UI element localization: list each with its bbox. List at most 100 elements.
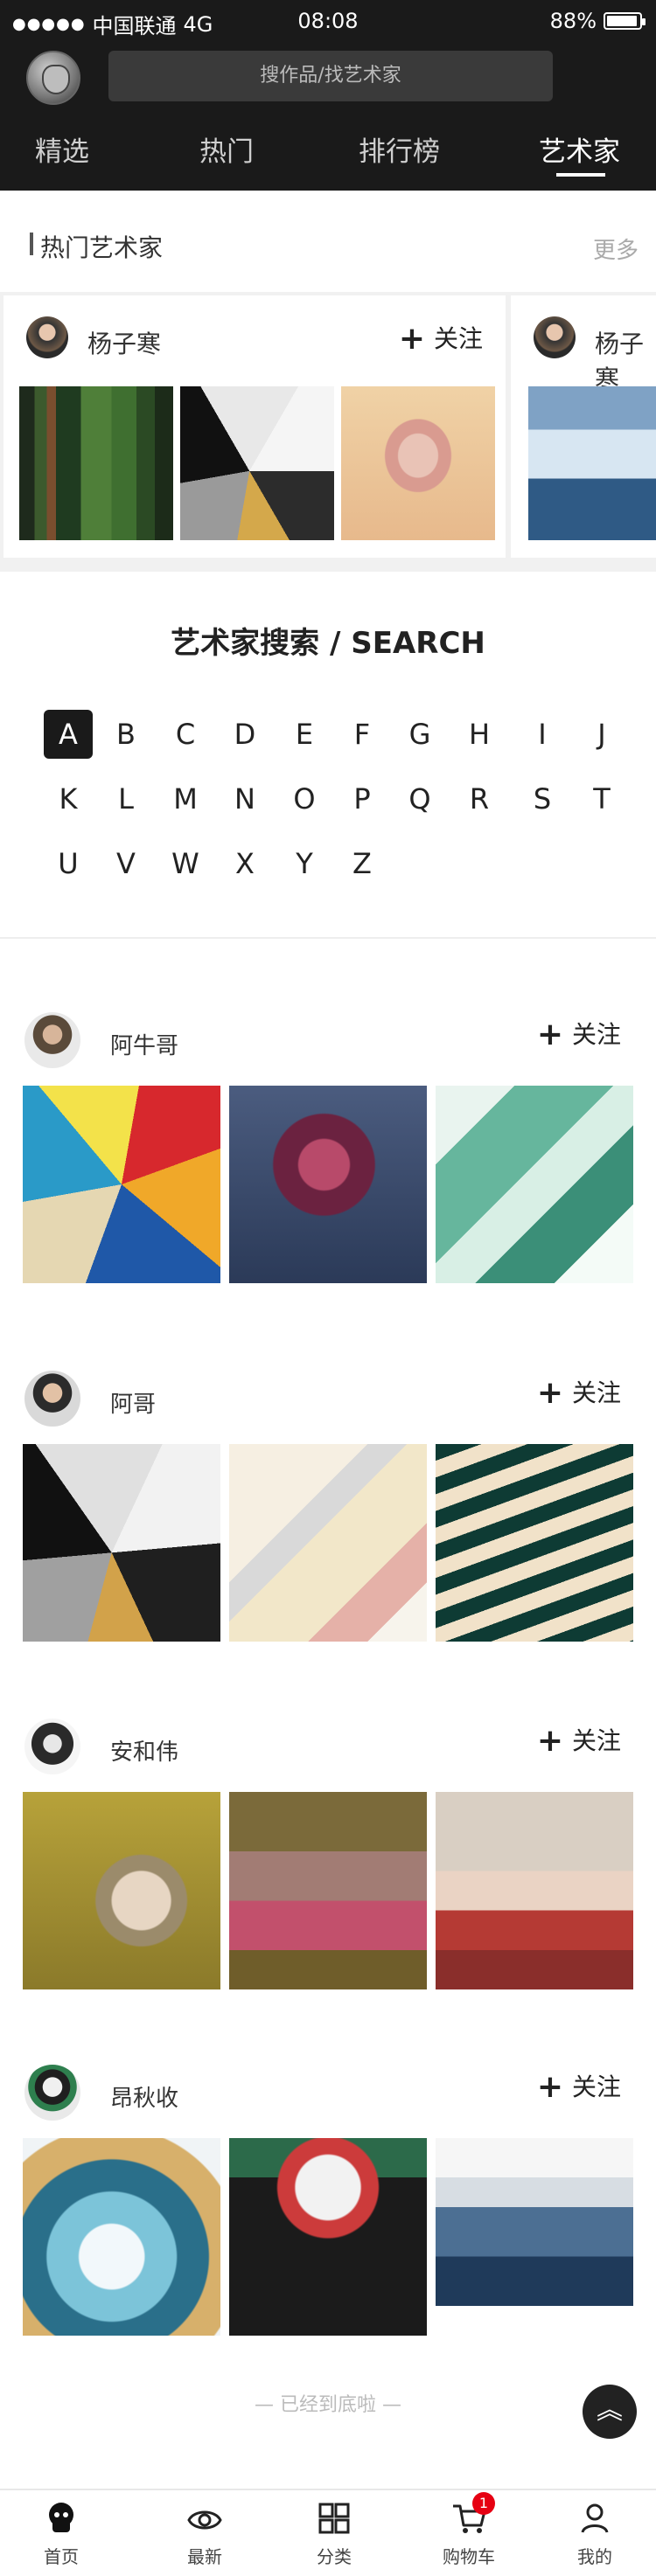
bottom-navigation: 首页 最新 分类 1 购物车 我的 — [0, 2489, 656, 2576]
artwork-thumbnail[interactable] — [341, 386, 495, 540]
top-header: ●●●●● 中国联通 4G 08:08 88% 搜作品/找艺术家 精选 热门 排… — [0, 0, 656, 191]
avatar[interactable] — [26, 316, 68, 358]
artwork-thumbnail[interactable] — [23, 2138, 220, 2336]
letter-J[interactable]: J — [577, 710, 626, 759]
follow-button[interactable]: + 关注 — [399, 320, 483, 357]
artist-item[interactable]: 安和伟 + 关注 — [0, 1718, 656, 2033]
tab-ranking[interactable]: 排行榜 — [359, 129, 440, 169]
nav-mine[interactable]: 我的 — [542, 2499, 647, 2568]
grid-icon — [315, 2499, 353, 2538]
letter-I[interactable]: I — [518, 710, 567, 759]
follow-label: 关注 — [571, 2073, 621, 2101]
user-icon — [576, 2499, 614, 2538]
artist-name[interactable]: 阿哥 — [110, 1386, 156, 1419]
artist-search-title: 艺术家搜索 / SEARCH — [171, 626, 485, 661]
follow-button[interactable]: + 关注 — [537, 1016, 621, 1052]
letter-P[interactable]: P — [338, 774, 387, 823]
artist-item[interactable]: 阿哥 + 关注 — [0, 1371, 656, 1685]
follow-button[interactable]: + 关注 — [537, 1374, 621, 1411]
follow-plus-icon: + — [398, 321, 425, 357]
letter-C[interactable]: C — [161, 710, 210, 759]
artwork-thumbnail[interactable] — [229, 1086, 427, 1283]
avatar[interactable] — [24, 1012, 80, 1068]
artwork-thumbnail[interactable] — [229, 1444, 427, 1642]
hot-artist-card[interactable]: 杨子寒 + 关注 — [3, 295, 506, 558]
letter-N[interactable]: N — [220, 774, 269, 823]
artist-name[interactable]: 昂秋收 — [110, 2080, 178, 2113]
artwork-thumbnail[interactable] — [436, 1086, 633, 1283]
battery-percent: 88% — [549, 9, 597, 33]
artwork-thumbnail[interactable] — [436, 2138, 633, 2336]
follow-label: 关注 — [571, 1726, 621, 1755]
artwork-thumbnail[interactable] — [436, 1792, 633, 1989]
letter-E[interactable]: E — [280, 710, 329, 759]
section-title: 热门艺术家 — [40, 233, 164, 262]
back-to-top-icon[interactable]: ︽ — [583, 2385, 637, 2439]
letter-L[interactable]: L — [101, 774, 150, 823]
tab-artists[interactable]: 艺术家 — [539, 129, 620, 169]
artwork-row — [23, 1792, 633, 1989]
letter-Z[interactable]: Z — [338, 839, 387, 888]
artist-item[interactable]: 阿牛哥 + 关注 — [0, 1012, 656, 1327]
artwork-row — [23, 2138, 633, 2336]
avatar[interactable] — [24, 2065, 80, 2121]
tab-popular[interactable]: 热门 — [199, 129, 254, 169]
letter-D[interactable]: D — [220, 710, 269, 759]
letter-K[interactable]: K — [44, 774, 93, 823]
artwork-thumbnail[interactable] — [23, 1444, 220, 1642]
cart-badge: 1 — [472, 2492, 495, 2515]
follow-plus-icon: + — [536, 1375, 563, 1411]
artwork-thumbnail[interactable] — [436, 1444, 633, 1642]
nav-cart[interactable]: 1 购物车 — [416, 2492, 521, 2568]
follow-plus-icon: + — [536, 1017, 563, 1052]
artwork-thumbnail[interactable] — [23, 1086, 220, 1283]
avatar[interactable] — [24, 1718, 80, 1774]
nav-label: 分类 — [317, 2546, 352, 2567]
avatar[interactable] — [24, 1371, 80, 1427]
nav-category[interactable]: 分类 — [282, 2499, 387, 2568]
letter-S[interactable]: S — [518, 774, 567, 823]
letter-V[interactable]: V — [101, 839, 150, 888]
letter-B[interactable]: B — [101, 710, 150, 759]
more-link[interactable]: 更多 — [593, 233, 639, 265]
end-of-list: — 已经到底啦 — — [255, 2394, 401, 2416]
letter-U[interactable]: U — [44, 839, 93, 888]
artist-name[interactable]: 杨子寒 — [87, 325, 161, 360]
artwork-thumbnail[interactable] — [229, 2138, 427, 2336]
tab-featured[interactable]: 精选 — [35, 129, 89, 169]
alphabet-index: A B C D E F G H I J K L M N O P Q R S T … — [0, 710, 656, 920]
letter-R[interactable]: R — [455, 774, 504, 823]
tab-bar: 精选 热门 排行榜 艺术家 — [0, 122, 656, 184]
nav-home[interactable]: 首页 — [9, 2499, 114, 2568]
letter-H[interactable]: H — [455, 710, 504, 759]
artwork-thumbnail[interactable] — [528, 386, 656, 540]
letter-O[interactable]: O — [280, 774, 329, 823]
letter-M[interactable]: M — [161, 774, 210, 823]
letter-X[interactable]: X — [220, 839, 269, 888]
letter-G[interactable]: G — [395, 710, 444, 759]
cart-icon: 1 — [450, 2492, 495, 2538]
search-input[interactable]: 搜作品/找艺术家 — [108, 51, 553, 101]
logo[interactable] — [26, 51, 80, 105]
artist-name[interactable]: 杨子寒 — [595, 325, 656, 395]
artist-item[interactable]: 昂秋收 + 关注 — [0, 2065, 656, 2379]
artist-name[interactable]: 阿牛哥 — [110, 1028, 178, 1060]
artwork-thumbnail[interactable] — [23, 1792, 220, 1989]
nav-latest[interactable]: 最新 — [152, 2499, 257, 2568]
artwork-thumbnail[interactable] — [19, 386, 173, 540]
letter-W[interactable]: W — [161, 839, 210, 888]
hot-artists-carousel[interactable]: 杨子寒 + 关注 杨子寒 — [0, 292, 656, 572]
hot-artist-card[interactable]: 杨子寒 — [511, 295, 656, 558]
letter-F[interactable]: F — [338, 710, 387, 759]
artist-name[interactable]: 安和伟 — [110, 1734, 178, 1767]
follow-button[interactable]: + 关注 — [537, 1722, 621, 1759]
artwork-row — [23, 1086, 633, 1283]
artwork-thumbnail[interactable] — [229, 1792, 427, 1989]
letter-A[interactable]: A — [44, 710, 93, 759]
letter-Y[interactable]: Y — [280, 839, 329, 888]
artwork-thumbnail[interactable] — [180, 386, 334, 540]
letter-T[interactable]: T — [577, 774, 626, 823]
letter-Q[interactable]: Q — [395, 774, 444, 823]
follow-button[interactable]: + 关注 — [537, 2068, 621, 2105]
avatar[interactable] — [534, 316, 576, 358]
